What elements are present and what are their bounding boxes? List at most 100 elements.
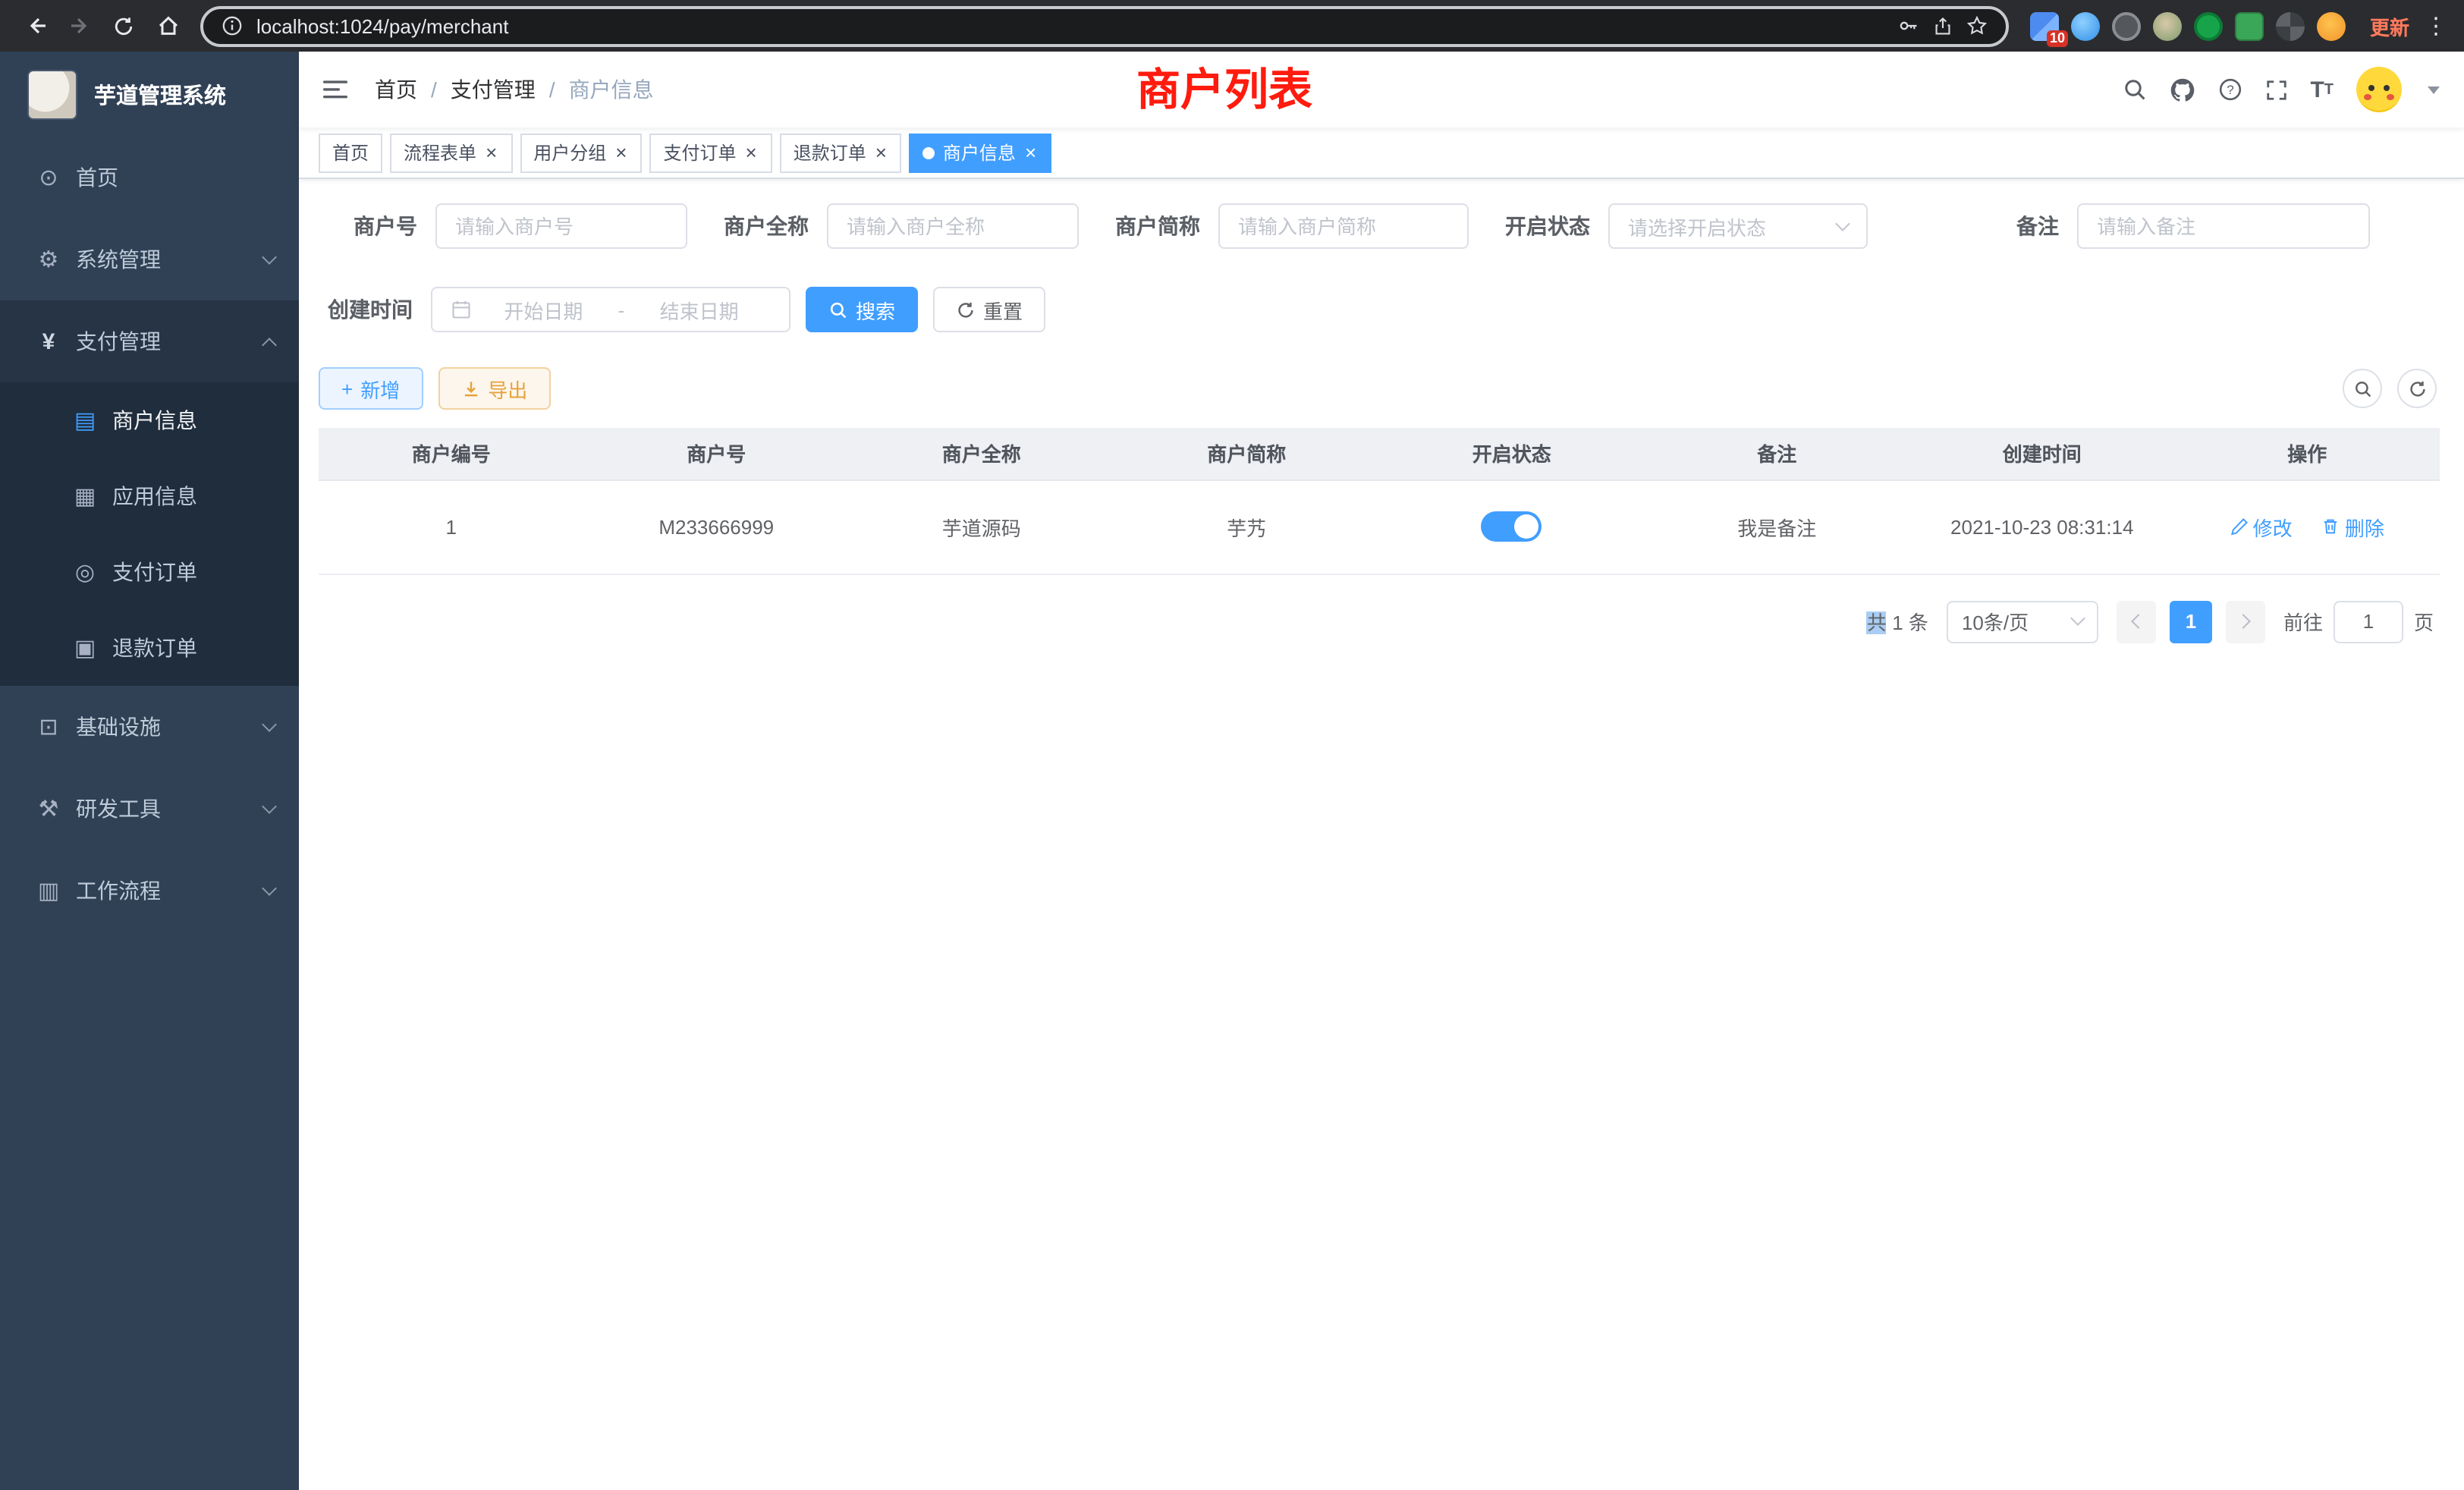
- column-header-create-time: 创建时间: [1909, 428, 2175, 479]
- add-button[interactable]: + 新增: [319, 367, 423, 410]
- full-name-input[interactable]: [827, 203, 1079, 249]
- short-name-input[interactable]: [1218, 203, 1469, 249]
- column-header-status: 开启状态: [1379, 428, 1645, 479]
- chevron-up-icon: [262, 337, 277, 352]
- date-end-placeholder: 结束日期: [627, 295, 771, 324]
- browser-home-icon[interactable]: [147, 5, 188, 46]
- share-icon[interactable]: [1933, 16, 1953, 36]
- payment-submenu: ¥ 支付管理 ▤ 商户信息 ▦ 应用信息 ◎ 支付订单: [0, 300, 299, 686]
- status-toggle[interactable]: [1482, 511, 1542, 542]
- close-icon[interactable]: ×: [484, 143, 498, 162]
- date-separator: -: [615, 298, 628, 321]
- browser-update-button[interactable]: 更新: [2370, 11, 2409, 40]
- font-size-icon[interactable]: TT: [2310, 77, 2334, 102]
- sidebar-item-home[interactable]: ⊙ 首页: [0, 137, 299, 218]
- close-icon[interactable]: ×: [744, 143, 759, 162]
- page-size-select[interactable]: 10条/页: [1947, 600, 2098, 643]
- tab-refund-order[interactable]: 退款订单 ×: [780, 133, 902, 172]
- extension-icon-grid[interactable]: 10: [2030, 11, 2059, 40]
- user-avatar[interactable]: [2356, 67, 2402, 112]
- next-page-button[interactable]: [2226, 600, 2265, 643]
- help-icon[interactable]: ?: [2217, 77, 2242, 102]
- prev-page-button[interactable]: [2117, 600, 2156, 643]
- sidebar-item-system[interactable]: ⚙ 系统管理: [0, 218, 299, 300]
- app-logo[interactable]: 芋道管理系统: [0, 52, 299, 137]
- status-select[interactable]: 请选择开启状态: [1608, 203, 1868, 249]
- date-start-placeholder: 开始日期: [472, 295, 615, 324]
- browser-forward-icon[interactable]: [59, 5, 100, 46]
- site-info-icon[interactable]: [222, 15, 243, 36]
- tab-merchant-info[interactable]: 商户信息 ×: [910, 133, 1051, 172]
- tab-user-group[interactable]: 用户分组 ×: [520, 133, 642, 172]
- full-name-label: 商户全称: [724, 211, 809, 241]
- bookmark-star-icon[interactable]: [1966, 15, 1988, 36]
- sidebar-toggle-icon[interactable]: [323, 77, 350, 102]
- breadcrumb-home[interactable]: 首页: [375, 74, 417, 105]
- close-icon[interactable]: ×: [614, 143, 628, 162]
- tab-process-form[interactable]: 流程表单 ×: [390, 133, 512, 172]
- devtools-icon: ⚒: [30, 795, 67, 822]
- chevron-down-icon: [1835, 215, 1850, 231]
- cell-full-name: 芋道源码: [849, 479, 1114, 574]
- edit-link[interactable]: 修改: [2230, 512, 2293, 541]
- extension-icon-drop[interactable]: [2071, 11, 2100, 40]
- close-icon[interactable]: ×: [1023, 143, 1038, 162]
- sidebar-item-refund-order[interactable]: ▣ 退款订单: [0, 610, 299, 686]
- cell-actions: 修改 删除: [2175, 479, 2440, 574]
- status-label: 开启状态: [1505, 211, 1590, 241]
- sidebar-item-workflow[interactable]: ▥ 工作流程: [0, 850, 299, 932]
- gear-icon: ⚙: [30, 246, 67, 273]
- breadcrumb-separator: /: [549, 77, 555, 102]
- workflow-icon: ▥: [30, 877, 67, 904]
- password-key-icon[interactable]: [1898, 15, 1919, 36]
- red-annotation-text: 商户列表: [1136, 55, 1312, 118]
- screen: localhost:1024/pay/merchant 10 更新 ⋮: [0, 0, 2464, 1490]
- sidebar-item-dev-tools[interactable]: ⚒ 研发工具: [0, 768, 299, 850]
- sidebar-item-app-info[interactable]: ▦ 应用信息: [0, 458, 299, 534]
- remark-input[interactable]: [2077, 203, 2370, 249]
- sidebar-item-merchant-info[interactable]: ▤ 商户信息: [0, 382, 299, 458]
- tab-home[interactable]: 首页: [319, 133, 382, 172]
- column-header-merchant-no: 商户号: [584, 428, 850, 479]
- close-icon[interactable]: ×: [874, 143, 888, 162]
- github-icon[interactable]: [2169, 77, 2195, 102]
- export-button[interactable]: 导出: [438, 367, 550, 410]
- reset-button[interactable]: 重置: [933, 287, 1045, 332]
- browser-extensions: 10: [2030, 11, 2346, 40]
- create-time-range-picker[interactable]: 开始日期 - 结束日期: [431, 287, 790, 332]
- tab-pay-order[interactable]: 支付订单 ×: [649, 133, 772, 172]
- extension-icon-pinwheel[interactable]: [2276, 11, 2305, 40]
- column-header-full-name: 商户全称: [849, 428, 1114, 479]
- delete-link[interactable]: 删除: [2322, 512, 2384, 541]
- extension-icon-green-grid[interactable]: [2235, 11, 2264, 40]
- extension-icon-avatar[interactable]: [2153, 11, 2182, 40]
- url-text[interactable]: localhost:1024/pay/merchant: [256, 14, 1884, 37]
- search-button[interactable]: 搜索: [806, 287, 918, 332]
- sidebar-item-pay-order[interactable]: ◎ 支付订单: [0, 534, 299, 610]
- search-icon[interactable]: [2122, 77, 2146, 102]
- cell-remark: 我是备注: [1645, 479, 1910, 574]
- browser-menu-icon[interactable]: ⋮: [2425, 12, 2449, 39]
- page-number-button[interactable]: 1: [2170, 600, 2212, 643]
- browser-back-icon[interactable]: [15, 5, 56, 46]
- browser-reload-icon[interactable]: [103, 5, 144, 46]
- navbar-actions: ? TT: [2122, 67, 2440, 112]
- avatar-caret-icon[interactable]: [2428, 86, 2440, 93]
- breadcrumb-section[interactable]: 支付管理: [451, 74, 536, 105]
- sidebar-item-payment[interactable]: ¥ 支付管理: [0, 300, 299, 382]
- hide-search-button[interactable]: [2343, 369, 2382, 408]
- address-bar[interactable]: localhost:1024/pay/merchant: [200, 5, 2009, 46]
- tags-view-bar: 首页 流程表单 × 用户分组 × 支付订单 × 退款订单 ×: [299, 127, 2464, 179]
- cell-status: [1379, 479, 1645, 574]
- fullscreen-icon[interactable]: [2264, 78, 2287, 101]
- sidebar-item-infrastructure[interactable]: ⊡ 基础设施: [0, 686, 299, 768]
- extension-icon-globe[interactable]: [2112, 11, 2141, 40]
- extension-icon-emoji[interactable]: [2317, 11, 2346, 40]
- sidebar-menu: ⊙ 首页 ⚙ 系统管理 ¥ 支付管理 ▤ 商户信息: [0, 137, 299, 932]
- goto-page-input[interactable]: [2334, 600, 2403, 643]
- refresh-button[interactable]: [2397, 369, 2437, 408]
- merchant-no-input[interactable]: [435, 203, 687, 249]
- breadcrumb-current: 商户信息: [569, 74, 654, 105]
- extension-badge: 10: [2047, 30, 2068, 46]
- extension-icon-spiral[interactable]: [2194, 11, 2223, 40]
